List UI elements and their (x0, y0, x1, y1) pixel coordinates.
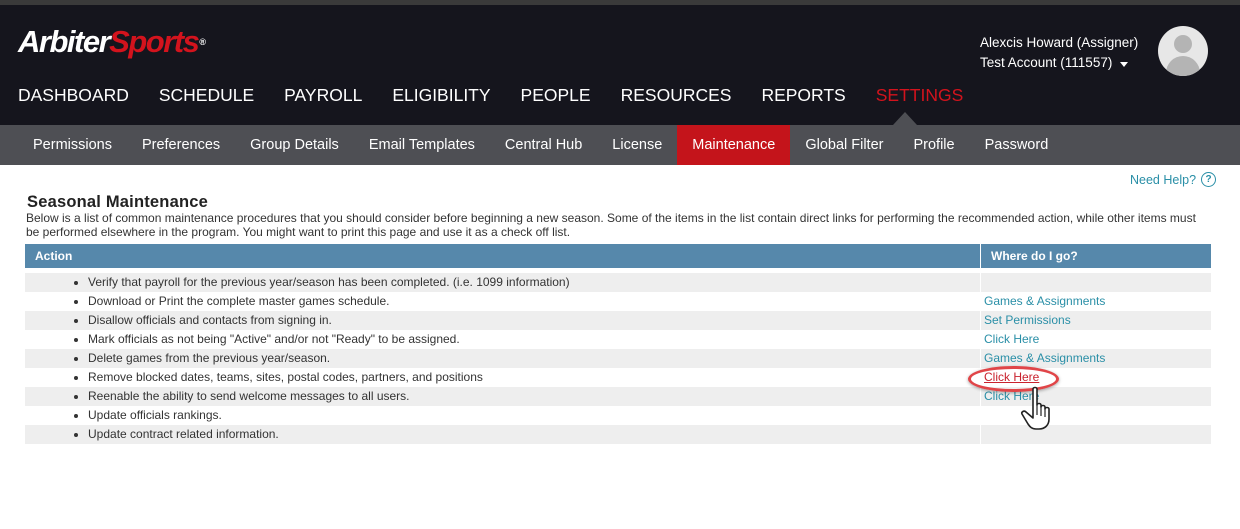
need-help-label: Need Help? (1130, 172, 1197, 187)
action-text: Download or Print the complete master ga… (88, 294, 390, 308)
nav-eligibility[interactable]: ELIGIBILITY (392, 85, 490, 105)
nav-payroll[interactable]: PAYROLL (284, 85, 362, 105)
tab-license[interactable]: License (597, 125, 677, 165)
main-nav: DASHBOARD SCHEDULE PAYROLL ELIGIBILITY P… (18, 85, 993, 105)
user-info: Alexcis Howard (Assigner) Test Account (… (980, 33, 1138, 73)
action-text: Update contract related information. (88, 427, 279, 441)
need-help-link[interactable]: Need Help? ? (1130, 172, 1217, 187)
games-assignments-link[interactable]: Games & Assignments (984, 351, 1105, 365)
nav-people[interactable]: PEOPLE (521, 85, 591, 105)
hand-pointer-icon (1021, 386, 1050, 430)
account-selector[interactable]: Test Account (111557) (980, 53, 1138, 73)
bullet-icon (74, 375, 78, 380)
user-name: Alexcis Howard (Assigner) (980, 35, 1139, 50)
table-row: Verify that payroll for the previous yea… (25, 273, 1211, 292)
page-title: Seasonal Maintenance (27, 193, 208, 211)
bullet-icon (74, 394, 78, 399)
tab-email-templates[interactable]: Email Templates (354, 125, 490, 165)
tab-preferences[interactable]: Preferences (127, 125, 235, 165)
table-row: Disallow officials and contacts from sig… (25, 311, 1211, 330)
tab-maintenance[interactable]: Maintenance (677, 125, 791, 165)
avatar[interactable] (1158, 26, 1208, 76)
tab-central-hub[interactable]: Central Hub (490, 125, 597, 165)
caret-down-icon (1120, 61, 1129, 67)
help-circle-icon: ? (1201, 172, 1217, 187)
table-row: Download or Print the complete master ga… (25, 292, 1211, 311)
table-row: Delete games from the previous year/seas… (25, 349, 1211, 368)
nav-dashboard[interactable]: DASHBOARD (18, 85, 129, 105)
click-here-link[interactable]: Click Here (984, 332, 1039, 346)
column-header-action: Action (25, 244, 981, 268)
tab-permissions[interactable]: Permissions (18, 125, 127, 165)
bullet-icon (74, 318, 78, 323)
tab-profile[interactable]: Profile (898, 125, 969, 165)
arbitersports-logo[interactable]: ArbiterSports® (18, 24, 206, 60)
nav-resources[interactable]: RESOURCES (621, 85, 732, 105)
nav-schedule[interactable]: SCHEDULE (159, 85, 254, 105)
avatar-head (1174, 35, 1192, 53)
column-header-where: Where do I go? (991, 249, 1078, 263)
action-text: Delete games from the previous year/seas… (88, 351, 331, 365)
table-header: Action Where do I go? (25, 244, 1211, 268)
tab-group-details[interactable]: Group Details (235, 125, 354, 165)
set-permissions-link[interactable]: Set Permissions (984, 313, 1071, 327)
bullet-icon (74, 432, 78, 437)
bullet-icon (74, 337, 78, 342)
table-row: Mark officials as not being "Active" and… (25, 330, 1211, 349)
settings-subnav: Permissions Preferences Group Details Em… (0, 125, 1240, 165)
action-text: Verify that payroll for the previous yea… (88, 275, 570, 289)
action-text: Remove blocked dates, teams, sites, post… (88, 370, 483, 384)
action-text: Update officials rankings. (88, 408, 222, 422)
bullet-icon (74, 413, 78, 418)
tab-password[interactable]: Password (970, 125, 1064, 165)
nav-reports[interactable]: REPORTS (761, 85, 845, 105)
nav-pointer (893, 112, 917, 125)
tab-global-filter[interactable]: Global Filter (790, 125, 898, 165)
page-description: Below is a list of common maintenance pr… (26, 211, 1196, 239)
bullet-icon (74, 280, 78, 285)
bullet-icon (74, 356, 78, 361)
account-name: Test Account (111557) (980, 55, 1113, 70)
nav-settings[interactable]: SETTINGS (876, 85, 964, 105)
action-text: Reenable the ability to send welcome mes… (88, 389, 410, 403)
action-text: Mark officials as not being "Active" and… (88, 332, 460, 346)
games-assignments-link[interactable]: Games & Assignments (984, 294, 1105, 308)
avatar-body (1166, 56, 1200, 76)
action-text: Disallow officials and contacts from sig… (88, 313, 332, 327)
bullet-icon (74, 299, 78, 304)
